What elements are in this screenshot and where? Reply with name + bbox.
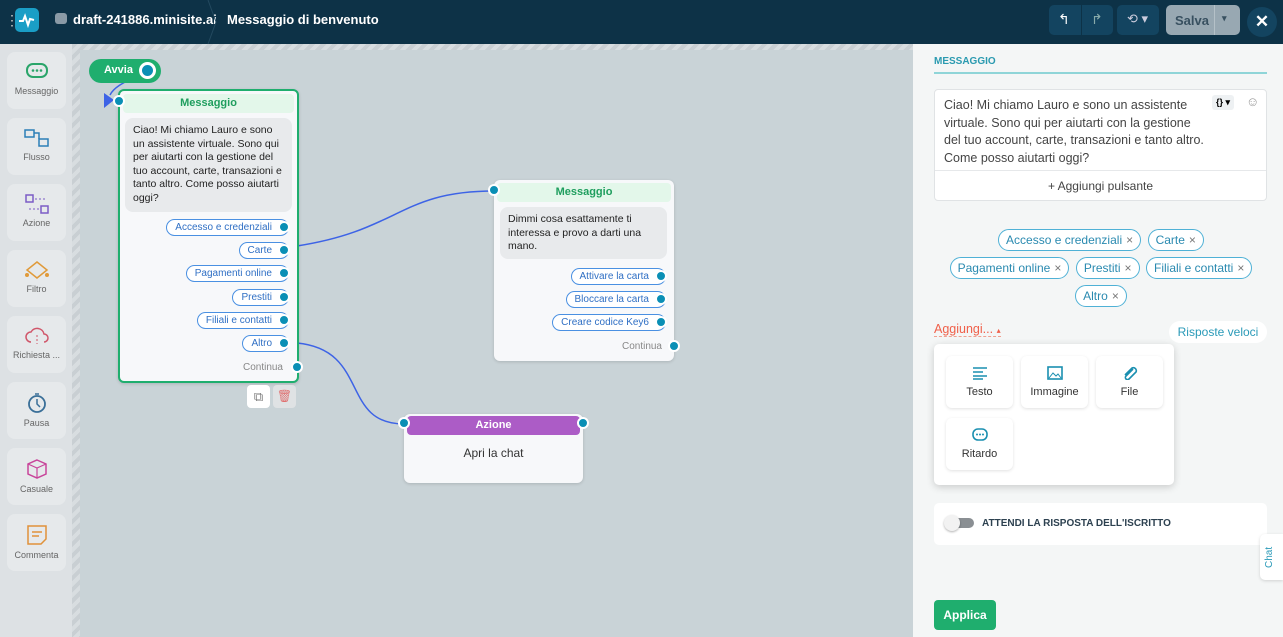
image-icon (1046, 366, 1063, 380)
chip[interactable]: Accesso e credenziali × (998, 229, 1142, 251)
input-port[interactable] (488, 184, 500, 196)
chat-tab[interactable]: Chat (1260, 534, 1283, 580)
emoji-icon[interactable]: ☺ (1246, 94, 1259, 109)
save-button[interactable]: Salva ▾ (1166, 5, 1240, 35)
node-title: Azione (407, 416, 580, 435)
message-bubble: Dimmi cosa esattamente ti interessa e pr… (500, 207, 667, 259)
remove-icon[interactable]: × (1125, 261, 1132, 275)
remove-icon[interactable]: × (1054, 261, 1061, 275)
quick-reply-chips: Accesso e credenziali × Carte × Pagamenti … (941, 226, 1261, 310)
chip[interactable]: Pagamenti online × (949, 257, 1070, 279)
text-icon (972, 367, 987, 380)
chip[interactable]: Carte × (1147, 229, 1204, 251)
properties-panel: MESSAGGIO Ciao! Mi chiamo Lauro e sono u… (913, 44, 1283, 637)
quick-reply-button[interactable]: Prestiti (232, 289, 290, 306)
action-text: Apri la chat (463, 446, 524, 460)
quick-replies-button[interactable]: Risposte veloci (1169, 321, 1267, 343)
start-port[interactable] (139, 62, 156, 79)
paperclip-icon (1123, 366, 1137, 380)
node-title: Messaggio (497, 183, 671, 202)
quick-reply-button[interactable]: Attivare la carta (570, 268, 667, 285)
quick-reply-button[interactable]: Pagamenti online (185, 265, 290, 282)
add-delay-option[interactable]: Ritardo (946, 418, 1013, 470)
continue-label: Continua (621, 341, 662, 352)
add-file-option[interactable]: File (1096, 356, 1163, 408)
variable-insert-button[interactable]: {} ▾ (1212, 95, 1235, 110)
quick-reply-button[interactable]: Accesso e credenziali (166, 219, 290, 236)
quick-reply-button[interactable]: Bloccare la carta (565, 291, 667, 308)
apply-button[interactable]: Applica (934, 600, 996, 630)
quick-reply-button[interactable]: Creare codice Key6 (552, 314, 667, 331)
remove-icon[interactable]: × (1237, 261, 1244, 275)
edge-carte (296, 190, 495, 247)
close-button[interactable]: ✕ (1247, 7, 1277, 37)
quick-reply-button[interactable]: Filiali e contatti (196, 312, 290, 329)
quick-reply-button[interactable]: Altro (242, 335, 290, 352)
delete-node-button[interactable]: 🗑 (273, 385, 296, 408)
edge-altro (296, 342, 405, 425)
add-image-option[interactable]: Immagine (1021, 356, 1088, 408)
message-textarea[interactable]: Ciao! Mi chiamo Lauro e sono un assisten… (944, 97, 1209, 167)
input-port[interactable] (398, 417, 410, 429)
chip[interactable]: Altro × (1075, 285, 1127, 307)
chip[interactable]: Prestiti × (1075, 257, 1140, 279)
add-button-link[interactable]: + Aggiungi pulsante (935, 170, 1266, 201)
node-title: Messaggio (123, 94, 294, 113)
undo-redo-group: ↰ ↱ (1049, 5, 1113, 35)
message-node-1[interactable]: Messaggio Ciao! Mi chiamo Lauro e sono u… (113, 89, 303, 383)
action-node[interactable]: Azione Apri la chat (398, 414, 589, 483)
redo-icon[interactable]: ↱ (1091, 11, 1103, 28)
add-menu-toggle[interactable]: Aggiungi... ▴ (934, 322, 1001, 337)
quick-reply-button[interactable]: Carte (238, 242, 290, 259)
wait-reply-toggle[interactable] (944, 515, 974, 531)
input-port[interactable] (113, 95, 125, 107)
chip[interactable]: Filiali e contatti × (1145, 257, 1253, 279)
output-port[interactable] (577, 417, 589, 429)
remove-icon[interactable]: × (1189, 233, 1196, 247)
duplicate-node-button[interactable]: ⧉ (247, 385, 270, 408)
add-menu-popup: Testo Immagine File Ritardo (934, 344, 1174, 485)
history-button[interactable]: ⟲ ▾ (1117, 5, 1159, 35)
section-title: MESSAGGIO (934, 56, 996, 67)
undo-icon[interactable]: ↰ (1058, 11, 1070, 28)
wait-reply-label: ATTENDI LA RISPOSTA DELL'ISCRITTO (982, 518, 1171, 529)
start-node[interactable]: Avvia (89, 59, 161, 83)
message-bubble: Ciao! Mi chiamo Lauro e sono un assisten… (125, 118, 292, 212)
continue-port[interactable] (668, 340, 680, 352)
add-text-option[interactable]: Testo (946, 356, 1013, 408)
remove-icon[interactable]: × (1126, 233, 1133, 247)
wait-reply-card: ATTENDI LA RISPOSTA DELL'ISCRITTO (934, 503, 1267, 545)
message-node-2[interactable]: Messaggio Dimmi cosa esattamente ti inte… (488, 180, 680, 361)
save-dropdown-icon[interactable]: ▾ (1222, 13, 1227, 24)
continue-port[interactable] (291, 361, 303, 373)
remove-icon[interactable]: × (1112, 289, 1119, 303)
message-editor: Ciao! Mi chiamo Lauro e sono un assisten… (934, 89, 1267, 201)
continue-label: Continua (242, 362, 283, 373)
typing-icon (971, 428, 988, 441)
